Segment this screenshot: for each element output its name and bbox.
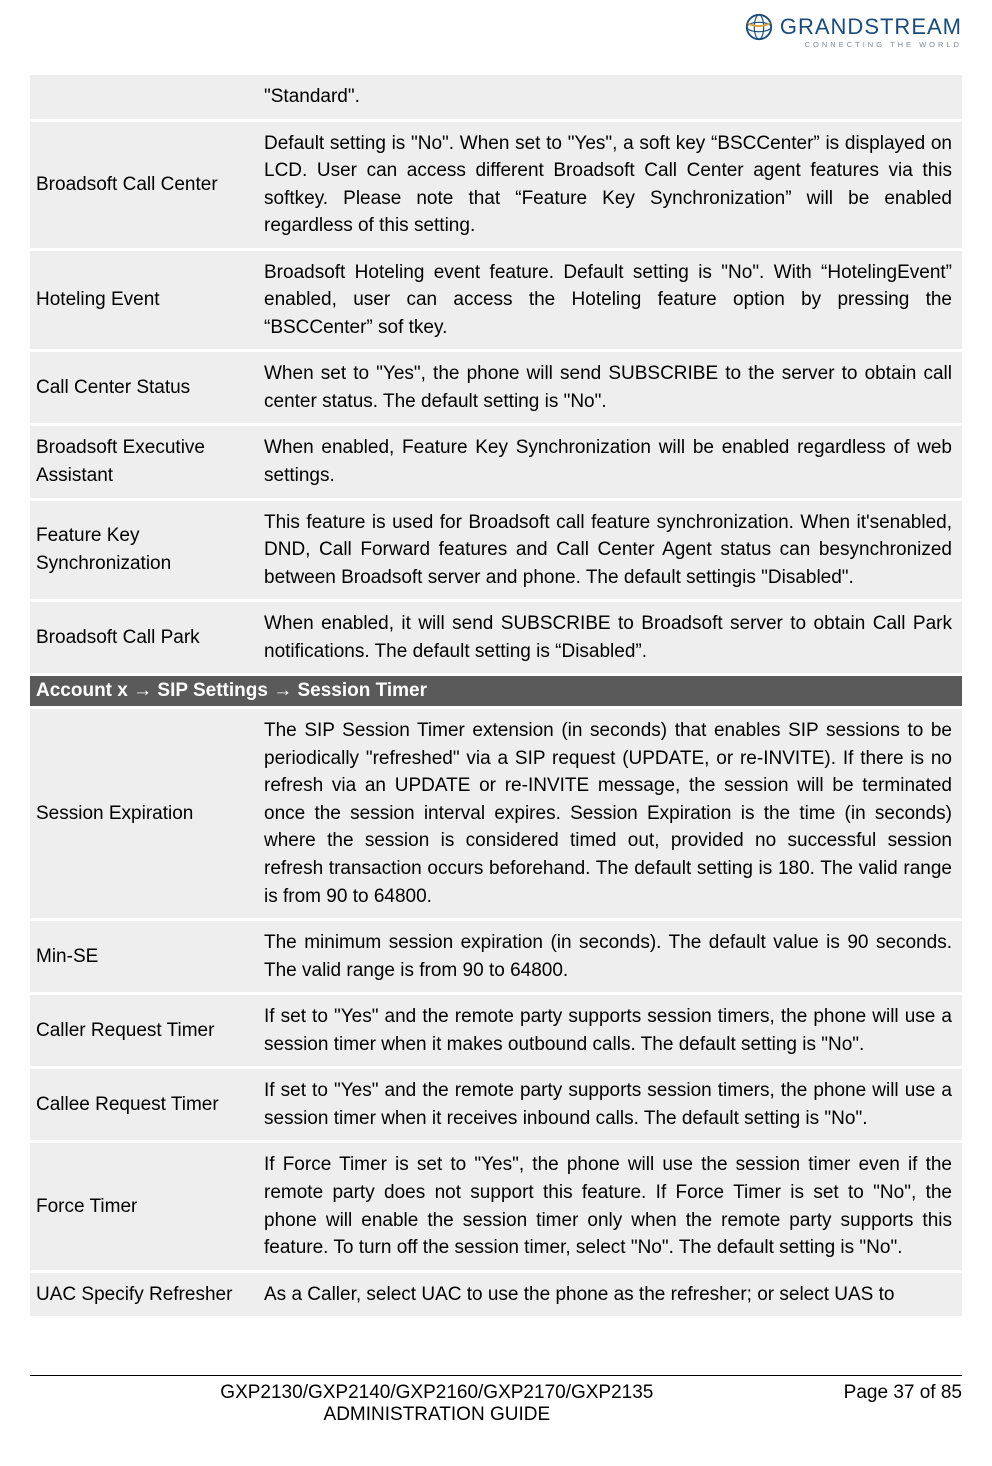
- header-logo: GRANDSTREAM CONNECTING THE WORLD: [744, 12, 962, 49]
- table-row: Feature Key Synchronization This feature…: [30, 501, 962, 600]
- setting-label: Broadsoft Call Park: [30, 602, 258, 673]
- setting-description: If set to "Yes" and the remote party sup…: [258, 995, 962, 1066]
- setting-description: The minimum session expiration (in secon…: [258, 921, 962, 992]
- table-row: Hoteling Event Broadsoft Hoteling event …: [30, 251, 962, 350]
- footer-title-line1: GXP2130/GXP2140/GXP2160/GXP2170/GXP2135: [30, 1382, 844, 1404]
- setting-label: UAC Specify Refresher: [30, 1273, 258, 1317]
- setting-label: Call Center Status: [30, 352, 258, 423]
- table-row: Call Center Status When set to "Yes", th…: [30, 352, 962, 423]
- section-header-suffix: Session Timer: [292, 680, 427, 701]
- setting-label: Force Timer: [30, 1143, 258, 1269]
- table-row: Callee Request Timer If set to "Yes" and…: [30, 1069, 962, 1140]
- settings-table: "Standard". Broadsoft Call Center Defaul…: [30, 72, 962, 1319]
- footer-title-line2: ADMINISTRATION GUIDE: [30, 1404, 844, 1426]
- setting-description: Broadsoft Hoteling event feature. Defaul…: [258, 251, 962, 350]
- table-row: Broadsoft Call Park When enabled, it wil…: [30, 602, 962, 673]
- setting-label: Caller Request Timer: [30, 995, 258, 1066]
- setting-description: "Standard".: [258, 75, 962, 119]
- brand-logo-icon: [744, 12, 774, 42]
- section-header-mid: SIP Settings: [152, 680, 273, 701]
- section-header-prefix: Account x: [36, 680, 133, 701]
- arrow-right-icon: →: [273, 680, 292, 701]
- setting-description: This feature is used for Broadsoft call …: [258, 501, 962, 600]
- section-header-cell: Account x → SIP Settings → Session Timer: [30, 676, 962, 706]
- setting-description: When set to "Yes", the phone will send S…: [258, 352, 962, 423]
- setting-label: Session Expiration: [30, 709, 258, 918]
- table-row: Broadsoft Executive Assistant When enabl…: [30, 426, 962, 497]
- setting-label: Callee Request Timer: [30, 1069, 258, 1140]
- setting-label: Min-SE: [30, 921, 258, 992]
- setting-description: The SIP Session Timer extension (in seco…: [258, 709, 962, 918]
- table-row: Caller Request Timer If set to "Yes" and…: [30, 995, 962, 1066]
- table-row: Session Expiration The SIP Session Timer…: [30, 709, 962, 918]
- page-number: Page 37 of 85: [844, 1382, 962, 1404]
- page-footer: GXP2130/GXP2140/GXP2160/GXP2170/GXP2135 …: [30, 1375, 962, 1426]
- arrow-right-icon: →: [133, 680, 152, 701]
- brand-name: GRANDSTREAM: [780, 14, 962, 40]
- setting-label: Feature Key Synchronization: [30, 501, 258, 600]
- setting-label: Hoteling Event: [30, 251, 258, 350]
- table-row: "Standard".: [30, 75, 962, 119]
- table-row: Force Timer If Force Timer is set to "Ye…: [30, 1143, 962, 1269]
- setting-description: If set to "Yes" and the remote party sup…: [258, 1069, 962, 1140]
- setting-label: [30, 75, 258, 119]
- table-row: Min-SE The minimum session expiration (i…: [30, 921, 962, 992]
- section-header-row: Account x → SIP Settings → Session Timer: [30, 676, 962, 706]
- table-row: Broadsoft Call Center Default setting is…: [30, 122, 962, 248]
- setting-description: As a Caller, select UAC to use the phone…: [258, 1273, 962, 1317]
- setting-label: Broadsoft Call Center: [30, 122, 258, 248]
- setting-description: When enabled, Feature Key Synchronizatio…: [258, 426, 962, 497]
- table-row: UAC Specify Refresher As a Caller, selec…: [30, 1273, 962, 1317]
- setting-label: Broadsoft Executive Assistant: [30, 426, 258, 497]
- setting-description: When enabled, it will send SUBSCRIBE to …: [258, 602, 962, 673]
- brand-tagline: CONNECTING THE WORLD: [744, 40, 962, 49]
- setting-description: If Force Timer is set to "Yes", the phon…: [258, 1143, 962, 1269]
- setting-description: Default setting is "No". When set to "Ye…: [258, 122, 962, 248]
